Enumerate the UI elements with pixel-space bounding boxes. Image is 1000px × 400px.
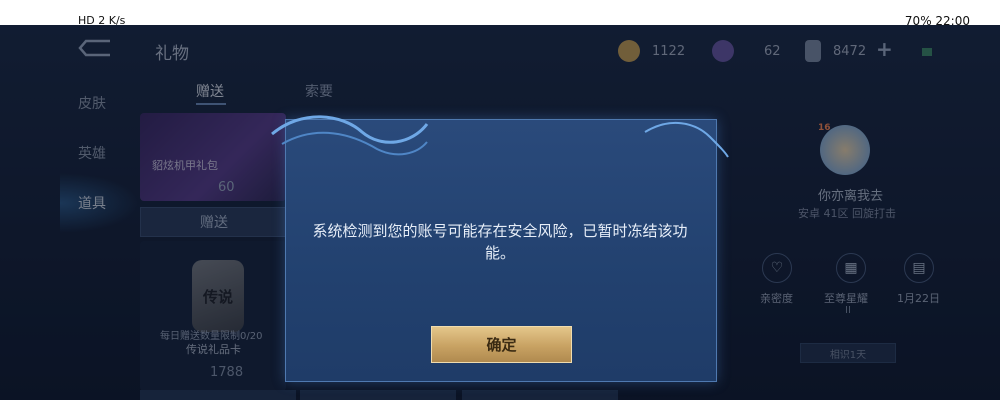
confirm-button[interactable]: 确定 bbox=[431, 326, 572, 363]
status-bar: HD 2 K/s 70% 22:00 bbox=[0, 0, 1000, 25]
dialog-swirl-right bbox=[644, 121, 729, 158]
dialog-swirl-decoration bbox=[271, 115, 429, 156]
status-left: HD 2 K/s bbox=[78, 14, 126, 25]
dialog-message: 系统检测到您的账号可能存在安全风险，已暂时冻结该功能。 bbox=[312, 222, 688, 262]
status-right: 70% 22:00 bbox=[904, 14, 970, 25]
